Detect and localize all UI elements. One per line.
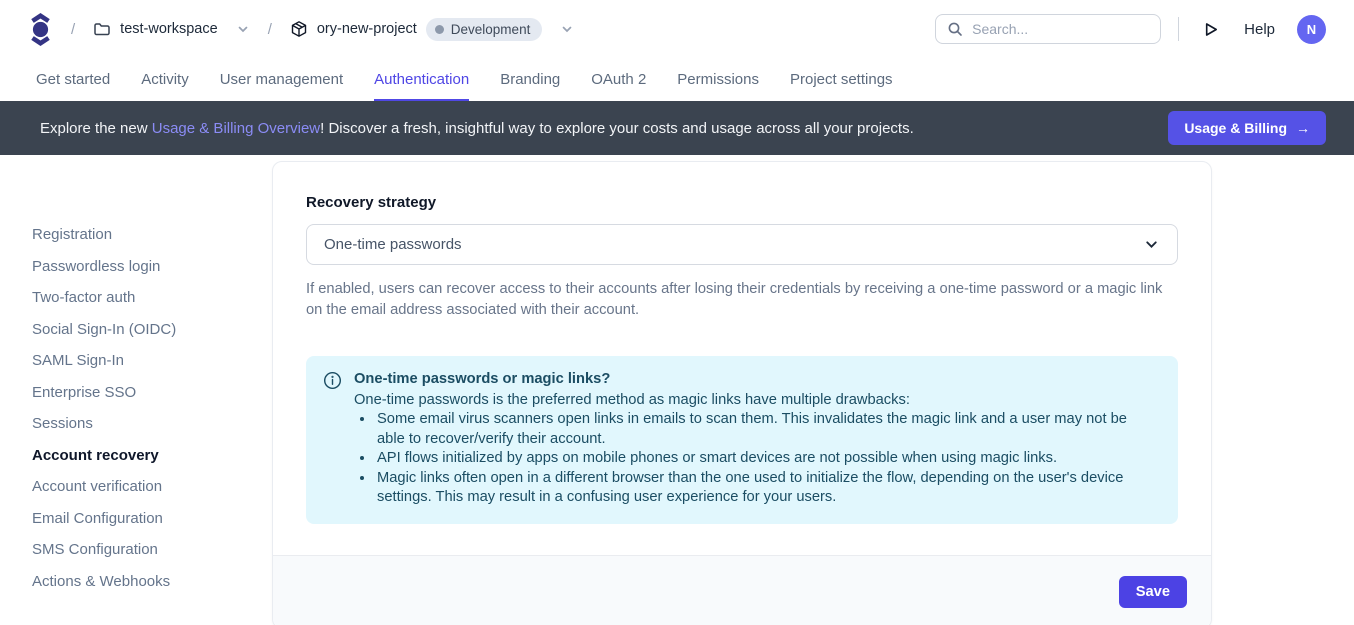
sidebar-item-saml-sign-in[interactable]: SAML Sign-In	[32, 345, 272, 377]
environment-badge: Development	[426, 18, 543, 41]
info-box-bullet: Some email virus scanners open links in …	[375, 410, 1158, 449]
tab-authentication[interactable]: Authentication	[374, 58, 469, 101]
project-nav-tabs: Get started Activity User management Aut…	[0, 58, 1354, 101]
breadcrumb-separator: /	[268, 21, 272, 38]
workspace-name: test-workspace	[120, 21, 218, 37]
sidebar-item-email-configuration[interactable]: Email Configuration	[32, 503, 272, 535]
play-icon[interactable]	[1201, 20, 1220, 39]
tab-oauth2[interactable]: OAuth 2	[591, 58, 646, 101]
info-box-bullet: API flows initialized by apps on mobile …	[375, 449, 1158, 469]
content-area: Registration Passwordless login Two-fact…	[0, 155, 1354, 625]
tab-project-settings[interactable]: Project settings	[790, 58, 893, 101]
banner-text: Explore the new Usage & Billing Overview…	[40, 120, 914, 137]
search-input[interactable]	[972, 21, 1149, 37]
sidebar-item-passwordless-login[interactable]: Passwordless login	[32, 251, 272, 283]
tab-branding[interactable]: Branding	[500, 58, 560, 101]
tab-get-started[interactable]: Get started	[36, 58, 110, 101]
topbar-divider	[1178, 17, 1179, 41]
arrow-right-icon: →	[1296, 120, 1310, 136]
breadcrumb-separator: /	[71, 21, 75, 38]
sidebar-item-sessions[interactable]: Sessions	[32, 408, 272, 440]
info-box-intro: One-time passwords is the preferred meth…	[354, 391, 1158, 411]
save-button[interactable]: Save	[1119, 576, 1187, 608]
avatar[interactable]: N	[1297, 15, 1326, 44]
account-recovery-card: Recovery strategy One-time passwords If …	[272, 161, 1212, 625]
recovery-strategy-select[interactable]: One-time passwords	[306, 224, 1178, 265]
tab-activity[interactable]: Activity	[141, 58, 189, 101]
tab-user-management[interactable]: User management	[220, 58, 343, 101]
sidebar-item-registration[interactable]: Registration	[32, 219, 272, 251]
workspace-switcher[interactable]: test-workspace	[93, 20, 250, 38]
top-bar: / test-workspace / ory-new-project Devel…	[0, 0, 1354, 58]
info-box-bullet: Magic links often open in a different br…	[375, 469, 1158, 508]
chevron-down-icon	[236, 22, 250, 36]
sidebar-item-social-sign-in[interactable]: Social Sign-In (OIDC)	[32, 314, 272, 346]
usage-billing-banner: Explore the new Usage & Billing Overview…	[0, 101, 1354, 155]
folder-icon	[93, 20, 111, 38]
usage-billing-button[interactable]: Usage & Billing→	[1168, 111, 1326, 145]
recovery-strategy-description: If enabled, users can recover access to …	[306, 279, 1178, 320]
recovery-strategy-selected-value: One-time passwords	[324, 236, 1143, 253]
ory-logo-icon[interactable]	[28, 13, 53, 46]
sidebar-item-actions-webhooks[interactable]: Actions & Webhooks	[32, 566, 272, 598]
sidebar-item-account-verification[interactable]: Account verification	[32, 471, 272, 503]
package-icon	[290, 20, 308, 38]
chevron-down-icon	[1143, 236, 1160, 253]
tab-permissions[interactable]: Permissions	[677, 58, 759, 101]
project-name: ory-new-project	[317, 21, 417, 37]
sidebar-item-account-recovery[interactable]: Account recovery	[32, 440, 272, 472]
project-switcher[interactable]: ory-new-project Development	[290, 18, 574, 41]
sidebar-item-enterprise-sso[interactable]: Enterprise SSO	[32, 377, 272, 409]
sidebar-item-sms-configuration[interactable]: SMS Configuration	[32, 534, 272, 566]
info-box-bullet-list: Some email virus scanners open links in …	[354, 410, 1158, 508]
recovery-strategy-label: Recovery strategy	[306, 194, 1178, 211]
chevron-down-icon	[560, 22, 574, 36]
info-icon	[323, 371, 342, 508]
sidebar-item-two-factor-auth[interactable]: Two-factor auth	[32, 282, 272, 314]
environment-dot-icon	[435, 25, 444, 34]
banner-link[interactable]: Usage & Billing Overview	[152, 120, 320, 137]
authentication-sidenav: Registration Passwordless login Two-fact…	[0, 155, 272, 597]
info-box-title: One-time passwords or magic links?	[354, 370, 1158, 390]
help-link[interactable]: Help	[1244, 21, 1275, 38]
info-box: One-time passwords or magic links? One-t…	[306, 356, 1178, 524]
card-footer: Save	[273, 555, 1211, 625]
search-input-wrapper[interactable]	[935, 14, 1161, 44]
search-icon	[947, 21, 963, 37]
